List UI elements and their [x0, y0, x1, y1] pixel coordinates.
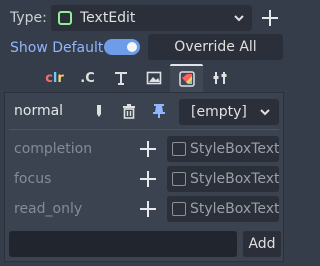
textedit-node-icon — [58, 11, 72, 25]
chevron-down-icon — [260, 109, 270, 116]
override-read-only-button[interactable] — [138, 199, 158, 219]
override-completion-button[interactable] — [138, 139, 158, 159]
read-only-label: read_only — [14, 201, 83, 217]
override-all-button[interactable]: Override All — [148, 34, 283, 60]
normal-label: normal — [14, 103, 64, 119]
normal-value: [empty] — [191, 104, 247, 120]
remove-button[interactable] — [119, 101, 139, 121]
plus-icon — [140, 141, 156, 157]
plus-icon — [140, 171, 156, 187]
normal-stylebox-dropdown[interactable]: [empty] — [179, 99, 279, 125]
tab-fonts[interactable] — [104, 64, 137, 92]
pin-button[interactable] — [149, 101, 169, 121]
override-focus-button[interactable] — [138, 169, 158, 189]
pin-icon — [153, 104, 165, 118]
read-only-stylebox[interactable]: StyleBoxText — [167, 196, 279, 222]
tab-icons[interactable] — [137, 64, 170, 92]
tab-tools[interactable] — [203, 64, 236, 92]
add-item-button[interactable]: Add — [243, 231, 281, 257]
focus-label: focus — [14, 171, 52, 187]
focus-value: StyleBoxText — [190, 171, 279, 187]
rename-button[interactable] — [89, 101, 109, 121]
stylebox-icon — [172, 142, 186, 156]
completion-value: StyleBoxText — [190, 141, 279, 157]
tab-styleboxes[interactable] — [170, 64, 203, 92]
toggle-knob — [127, 42, 137, 52]
pencil-icon — [97, 105, 101, 117]
stylebox-icon — [172, 172, 186, 186]
type-dropdown[interactable]: TextEdit — [51, 5, 252, 31]
completion-stylebox[interactable]: StyleBoxText — [167, 136, 279, 162]
constants-icon: .C — [80, 70, 95, 86]
add-type-button[interactable] — [256, 5, 284, 31]
trash-icon — [123, 104, 135, 119]
stylebox-icon — [172, 202, 186, 216]
type-value: TextEdit — [80, 10, 136, 26]
show-default-label: Show Default — [10, 40, 104, 56]
tab-colors[interactable]: clr — [38, 64, 71, 92]
separator — [9, 129, 279, 130]
style-row-normal: normal [empty] — [5, 95, 283, 127]
type-label: Type: — [10, 10, 47, 26]
theme-type-tabs: clr .C — [38, 64, 236, 92]
completion-label: completion — [14, 141, 93, 157]
clr-r: r — [57, 70, 64, 86]
show-default-toggle[interactable] — [104, 39, 140, 55]
chevron-down-icon — [234, 15, 244, 22]
new-item-name-input[interactable] — [9, 231, 237, 257]
tab-constants[interactable]: .C — [71, 64, 104, 92]
clr-c: c — [45, 70, 53, 86]
stylebox-panel: normal [empty] completion StyleBoxText f… — [4, 92, 284, 262]
tools-icon — [213, 72, 226, 84]
font-icon — [114, 72, 127, 85]
plus-icon — [140, 201, 156, 217]
read-only-value: StyleBoxText — [190, 201, 279, 217]
image-icon — [146, 71, 161, 85]
focus-stylebox[interactable]: StyleBoxText — [167, 166, 279, 192]
stylebox-icon — [178, 71, 195, 87]
plus-icon — [262, 10, 278, 26]
